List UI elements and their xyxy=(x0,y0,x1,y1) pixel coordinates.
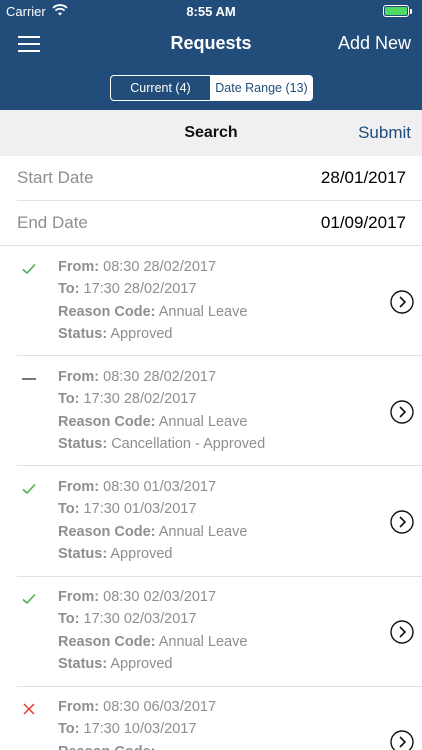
to-value: 17:30 01/03/2017 xyxy=(83,501,197,518)
end-date-label: End Date xyxy=(17,213,88,232)
start-date-label: Start Date xyxy=(17,168,94,187)
start-date-value[interactable]: 28/01/2017 xyxy=(321,168,406,188)
end-date-value[interactable]: 01/09/2017 xyxy=(321,213,406,233)
from-value: 08:30 02/03/2017 xyxy=(103,589,217,605)
status-value: Approved xyxy=(110,545,173,562)
chevron-right-icon[interactable] xyxy=(390,510,414,534)
status-value: Cancellation - Approved xyxy=(111,435,266,452)
reason-label: Reason Code: xyxy=(58,523,156,540)
reason-label: Reason Code: xyxy=(58,413,156,430)
status-value: Approved xyxy=(110,325,173,342)
end-date-row[interactable]: End Date 01/09/2017 xyxy=(0,201,422,246)
from-label: From: xyxy=(58,589,100,605)
reason-label: Reason Code: xyxy=(58,633,156,650)
chevron-right-icon[interactable] xyxy=(390,730,414,750)
to-value: 17:30 10/03/2017 xyxy=(83,721,197,738)
check-icon xyxy=(22,483,36,495)
dash-icon xyxy=(22,378,36,380)
reason-label: Reason Code: xyxy=(58,744,156,750)
reason-value: Annual Leave xyxy=(158,633,248,650)
status-label: Status: xyxy=(58,545,108,562)
submit-button[interactable]: Submit xyxy=(358,123,411,143)
battery-fill xyxy=(385,7,407,15)
start-date-row[interactable]: Start Date 28/01/2017 xyxy=(0,156,422,201)
to-label: To: xyxy=(58,391,80,408)
cross-icon xyxy=(23,703,35,715)
from-label: From: xyxy=(58,479,100,495)
reason-value: Annual Leave xyxy=(158,303,248,320)
to-label: To: xyxy=(58,281,80,298)
add-new-button[interactable]: Add New xyxy=(338,33,411,54)
to-label: To: xyxy=(58,721,80,738)
chevron-right-icon[interactable] xyxy=(390,620,414,644)
request-row[interactable]: From: 08:30 28/02/2017 To: 17:30 28/02/2… xyxy=(0,356,422,466)
reason-value: Annual Leave xyxy=(158,413,248,430)
segment-date-range[interactable]: Date Range (13) xyxy=(211,76,312,100)
from-label: From: xyxy=(58,259,100,275)
to-label: To: xyxy=(58,611,80,628)
header: Carrier 8:55 AM Requests Add New Current… xyxy=(0,0,422,110)
status-time: 8:55 AM xyxy=(186,4,236,19)
from-value: 08:30 06/03/2017 xyxy=(103,699,217,715)
from-value: 08:30 01/03/2017 xyxy=(103,479,217,495)
status-label: Status: xyxy=(58,655,108,672)
from-value: 08:30 28/02/2017 xyxy=(103,369,217,385)
date-filter-segmented-control: Current (4) Date Range (13) xyxy=(110,75,313,101)
from-label: From: xyxy=(58,699,100,715)
to-label: To: xyxy=(58,501,80,518)
reason-value: Annual Leave xyxy=(158,523,248,540)
from-value: 08:30 28/02/2017 xyxy=(103,259,217,275)
segment-current[interactable]: Current (4) xyxy=(111,76,211,100)
reason-label: Reason Code: xyxy=(58,303,156,320)
request-row[interactable]: From: 08:30 06/03/2017 To: 17:30 10/03/2… xyxy=(0,686,422,750)
status-value: Approved xyxy=(110,655,173,672)
to-value: 17:30 28/02/2017 xyxy=(83,281,197,298)
battery-icon xyxy=(383,5,409,17)
request-row[interactable]: From: 08:30 28/02/2017 To: 17:30 28/02/2… xyxy=(0,246,422,356)
search-bar: Search Submit xyxy=(0,110,422,156)
chevron-right-icon[interactable] xyxy=(390,290,414,314)
to-value: 17:30 02/03/2017 xyxy=(83,611,197,628)
battery-tip xyxy=(410,9,412,14)
request-row[interactable]: From: 08:30 01/03/2017 To: 17:30 01/03/2… xyxy=(0,466,422,576)
status-bar: Carrier 8:55 AM xyxy=(0,0,422,22)
to-value: 17:30 28/02/2017 xyxy=(83,391,197,408)
status-label: Status: xyxy=(58,435,108,452)
request-row[interactable]: From: 08:30 02/03/2017 To: 17:30 02/03/2… xyxy=(0,576,422,686)
check-icon xyxy=(22,263,36,275)
status-label: Status: xyxy=(58,325,108,342)
from-label: From: xyxy=(58,369,100,385)
chevron-right-icon[interactable] xyxy=(390,400,414,424)
check-icon xyxy=(22,593,36,605)
